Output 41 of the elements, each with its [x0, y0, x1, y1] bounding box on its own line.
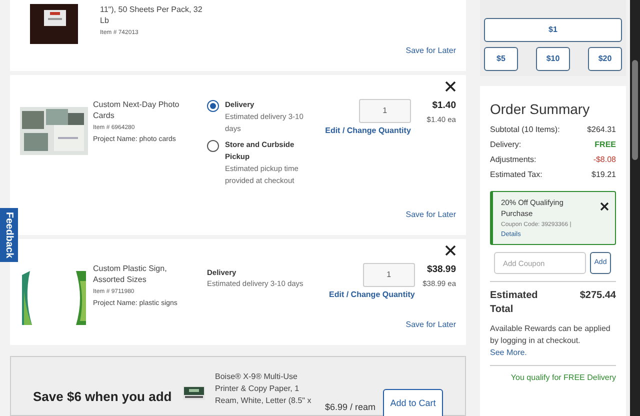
close-icon[interactable]: [600, 202, 609, 211]
summary-value: -$8.08: [593, 154, 616, 166]
summary-label: Subtotal (10 Items):: [490, 124, 560, 136]
radio-button[interactable]: [207, 100, 219, 112]
summary-value: $19.21: [592, 169, 616, 181]
summary-value: FREE: [594, 139, 616, 151]
scrollbar[interactable]: [630, 0, 640, 416]
amount-button[interactable]: $5: [484, 47, 518, 71]
summary-label: Delivery:: [490, 139, 522, 151]
amount-button[interactable]: $20: [588, 47, 622, 71]
feedback-tab[interactable]: Feedback: [0, 208, 18, 262]
item-title[interactable]: 11"), 50 Sheets Per Pack, 32 Lb: [100, 4, 204, 26]
summary-value: $264.31: [587, 124, 616, 136]
add-to-cart-button[interactable]: Add to Cart: [383, 389, 443, 416]
promo-headline: Save $6 when you add: [33, 388, 173, 406]
summary-title: Order Summary: [490, 100, 591, 118]
see-more-link[interactable]: See More.: [490, 348, 527, 357]
rewards-text: Available Rewards can be applied by logging in at checkout. See More.: [490, 323, 616, 366]
close-icon[interactable]: [445, 244, 456, 256]
item-price: $1.40: [432, 98, 456, 112]
item-price: $38.99: [426, 262, 456, 276]
total-value: $275.44: [580, 289, 616, 303]
save-for-later-link[interactable]: Save for Later: [406, 208, 456, 221]
edit-quantity-link[interactable]: Edit / Change Quantity: [325, 124, 411, 137]
save-for-later-link[interactable]: Save for Later: [406, 319, 456, 332]
total-label: Estimated Total: [490, 289, 539, 317]
radio-button[interactable]: [207, 140, 219, 152]
close-icon[interactable]: [445, 80, 456, 92]
summary-label: Adjustments:: [490, 154, 538, 166]
save-for-later-link[interactable]: Save for Later: [406, 44, 456, 57]
free-delivery-note: You qualify for FREE Delivery: [510, 372, 616, 384]
amount-button[interactable]: $10: [536, 47, 570, 71]
item-title[interactable]: Custom Next-Day Photo Cards: [93, 98, 197, 121]
item-title[interactable]: Custom Plastic Sign, Assorted Sizes: [93, 262, 197, 285]
edit-quantity-link[interactable]: Edit / Change Quantity: [329, 288, 415, 301]
summary-label: Estimated Tax:: [490, 169, 544, 181]
promo-price: $6.99 / ream: [325, 401, 376, 414]
quantity-field[interactable]: 1: [362, 262, 415, 287]
amount-button[interactable]: $1: [484, 18, 622, 42]
quantity-field[interactable]: 1: [358, 98, 411, 123]
promo-product-title[interactable]: Boise® X-9® Multi-Use Printer & Copy Paper, 1 Ream, White, Letter (8.5" x: [215, 371, 315, 408]
